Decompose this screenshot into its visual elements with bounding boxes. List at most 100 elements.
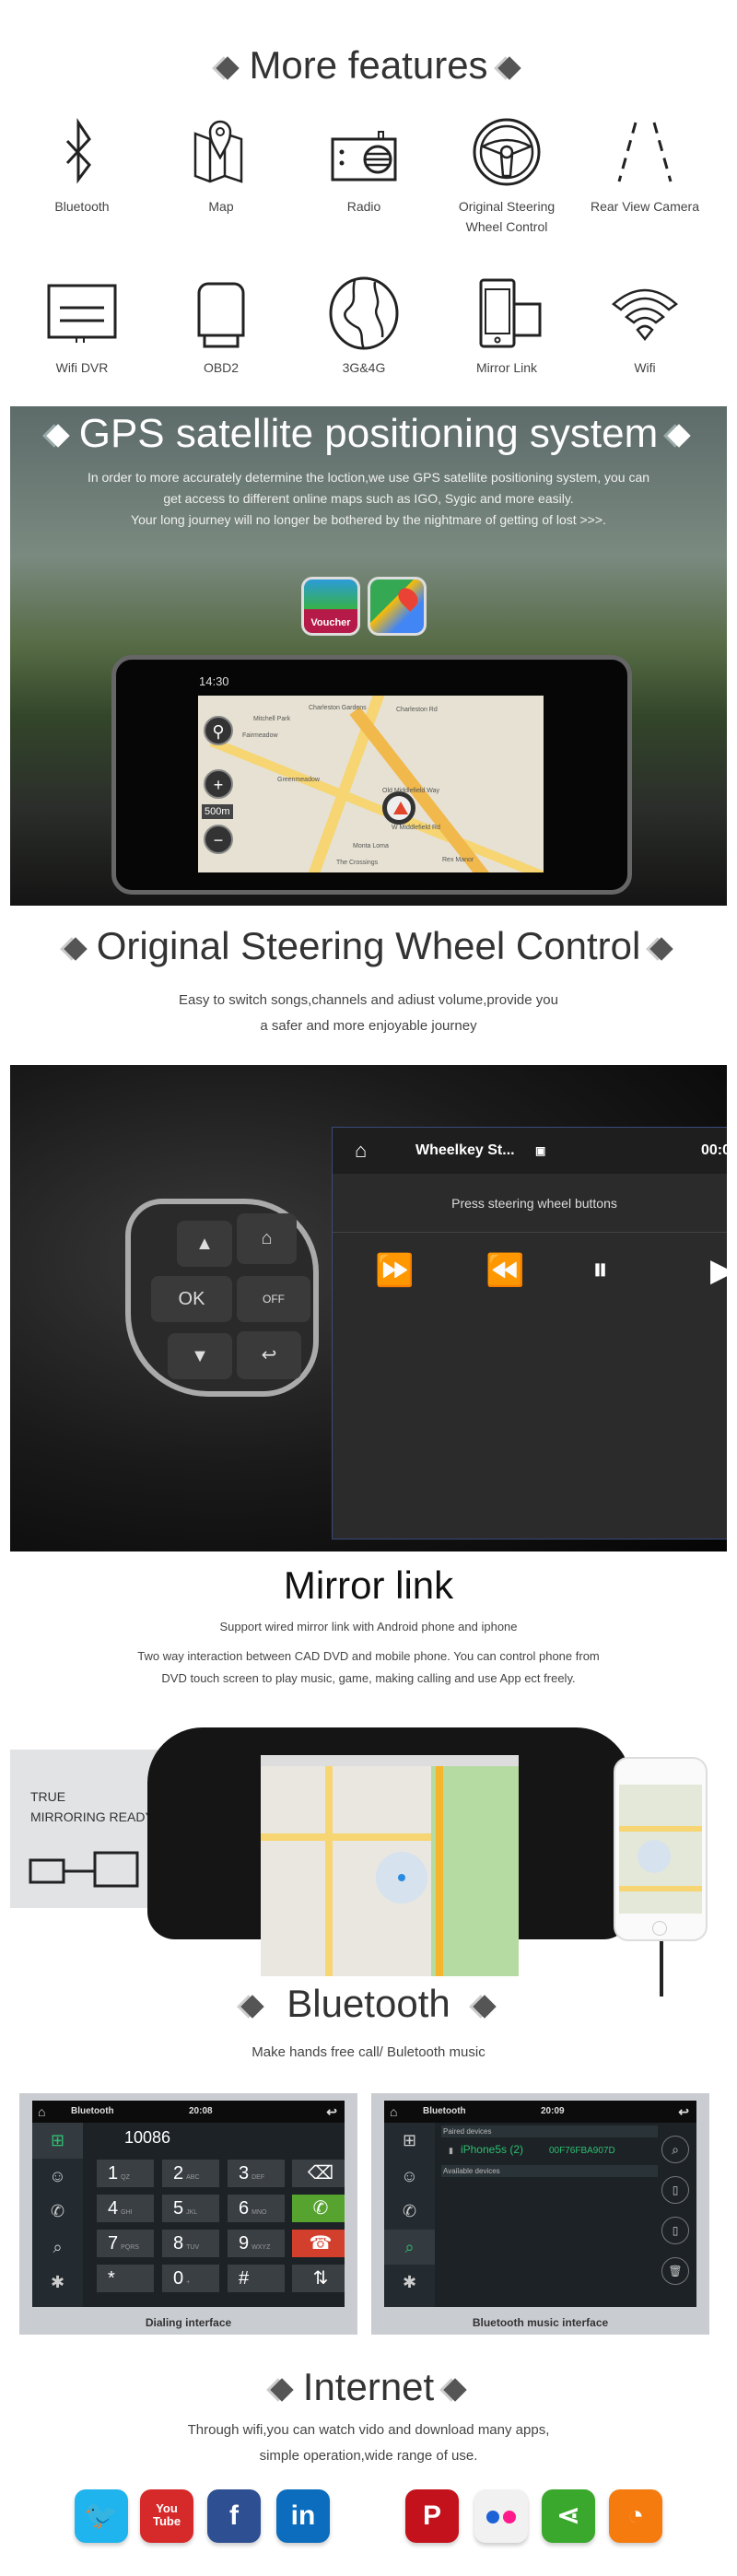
dial-key[interactable]: 6 MNO <box>228 2195 285 2222</box>
internet-title: Internet <box>0 2364 737 2410</box>
dial-key[interactable]: 1 QZ <box>97 2160 154 2187</box>
delete-icon[interactable]: 🗑 <box>661 2257 689 2285</box>
dial-key[interactable]: 2 ABC <box>162 2160 219 2187</box>
dial-key[interactable]: 5 JKL <box>162 2195 219 2222</box>
dial-key[interactable]: 8 TUV <box>162 2230 219 2257</box>
sygic-app-icon[interactable]: Voucher <box>301 577 360 636</box>
down-button[interactable]: ▼ <box>168 1333 232 1379</box>
back-icon[interactable]: ↩ <box>678 2101 689 2123</box>
obd2-icon <box>197 282 245 348</box>
status-bar: ⌂ Bluetooth 20:08 ↩ <box>32 2101 345 2123</box>
location-pin-button[interactable]: ⚲ <box>204 716 233 745</box>
dialing-screen: ⌂ Bluetooth 20:08 ↩ ⊞ ☺ ✆ ⌕ ✱ 10086 1 QZ 2… <box>19 2093 357 2335</box>
feature-wifi-dvr: Wifi DVR <box>22 276 142 378</box>
zoom-out-button[interactable]: − <box>204 825 233 854</box>
back-icon[interactable]: ↩ <box>326 2101 337 2123</box>
gps-description: In order to more accurately determine th… <box>87 470 650 527</box>
google-maps-icon[interactable] <box>368 577 427 636</box>
backspace-button[interactable]: ⌫ <box>292 2160 345 2187</box>
app-header: ⌂ Wheelkey St... ▣ 00:0 <box>333 1128 727 1174</box>
mirrored-map-screen[interactable] <box>261 1755 519 1976</box>
hangup-button[interactable]: ☎ <box>292 2230 345 2257</box>
youtube-icon[interactable]: You Tube <box>140 2489 193 2543</box>
home-icon[interactable]: ⌂ <box>390 2101 397 2123</box>
search-icon[interactable]: ⌕ <box>32 2230 83 2266</box>
radio-icon <box>331 131 397 181</box>
home-button[interactable]: ⌂ <box>237 1213 297 1264</box>
bt-sidebar: ⊞ ☺ ✆ ⌕ ✱ <box>384 2123 435 2307</box>
bluetooth-title: Bluetooth <box>0 1981 737 2027</box>
gps-section: GPS satellite positioning system In orde… <box>10 406 727 906</box>
dialed-number[interactable]: 10086 <box>124 2128 170 2148</box>
rewind-icon[interactable]: ⏪ <box>485 1252 524 1289</box>
wifi-icon <box>612 288 678 342</box>
ok-button[interactable]: OK <box>151 1276 232 1322</box>
home-icon[interactable]: ⌂ <box>355 1128 367 1174</box>
zoom-in-button[interactable]: + <box>204 769 233 799</box>
status-bar: ⌂ Bluetooth 20:09 ↩ <box>384 2101 696 2123</box>
call-button[interactable]: ✆ <box>292 2195 345 2222</box>
link-icon <box>29 1851 139 1888</box>
feature-map: Map <box>161 115 281 217</box>
call-log-icon[interactable]: ✆ <box>32 2194 83 2230</box>
dial-key[interactable]: 3 DEF <box>228 2160 285 2187</box>
diamond-icon <box>270 2378 294 2402</box>
facebook-icon[interactable]: f <box>207 2489 261 2543</box>
keypad-icon[interactable]: ⊞ <box>32 2123 83 2159</box>
twitter-icon[interactable]: 🐦 <box>75 2489 128 2543</box>
feature-mirror-link: Mirror Link <box>447 276 567 378</box>
steering-title: Original Steering Wheel Control <box>0 923 737 969</box>
back-button[interactable]: ↩ <box>237 1331 301 1379</box>
wheelkey-app: ⌂ Wheelkey St... ▣ 00:0 Press steering w… <box>332 1127 727 1540</box>
dial-key[interactable]: 4 GHI <box>97 2195 154 2222</box>
dial-key[interactable]: 9 WXYZ <box>228 2230 285 2257</box>
steering-section: ▲ ⌂ OK OFF ▼ ↩ ⌂ Wheelkey St... ▣ 00:0 P… <box>10 1065 727 1551</box>
play-icon[interactable]: ▶ <box>710 1252 727 1289</box>
diamond-icon <box>46 424 70 449</box>
navigation-map[interactable]: ⚲ + 500m − Charleston Gardens Mitchell P… <box>198 696 544 872</box>
call-log-icon[interactable]: ✆ <box>384 2194 435 2230</box>
bluetooth-settings-icon[interactable]: ✱ <box>32 2265 83 2301</box>
diamond-icon <box>216 56 240 80</box>
feature-wifi: Wifi <box>585 276 705 378</box>
contacts-icon[interactable]: ☺ <box>384 2159 435 2195</box>
gps-title: GPS satellite positioning system <box>10 406 727 462</box>
paired-device-row[interactable]: ▮ iPhone5s (2) 00F76FBA907D <box>441 2139 658 2160</box>
search-icon[interactable]: ⌕ <box>384 2229 435 2265</box>
bluetooth-icon <box>65 118 91 184</box>
diamond-icon <box>473 1995 497 2019</box>
home-icon[interactable]: ⌂ <box>38 2101 45 2123</box>
steering-button-pad: ▲ ⌂ OK OFF ▼ ↩ <box>125 1199 319 1397</box>
dial-key[interactable]: 7 PQRS <box>97 2230 154 2257</box>
fast-forward-icon[interactable]: ⏩ <box>375 1252 414 1289</box>
keypad-icon[interactable]: ⊞ <box>384 2123 435 2159</box>
voice-off-button[interactable]: OFF <box>237 1276 310 1322</box>
linkedin-icon[interactable]: in <box>276 2489 330 2543</box>
bluetooth-settings-icon[interactable]: ✱ <box>384 2265 435 2301</box>
rear-camera-lines-icon <box>617 122 673 182</box>
pinterest-icon[interactable]: P <box>405 2489 459 2543</box>
dial-key[interactable]: 0 + <box>162 2265 219 2292</box>
diamond-icon <box>240 1995 264 2019</box>
dial-key[interactable]: # <box>228 2265 285 2292</box>
mirror-title: Mirror link <box>283 1563 454 1607</box>
feature-radio: Radio <box>304 115 424 217</box>
up-button[interactable]: ▲ <box>177 1221 232 1267</box>
image-icon: ▣ <box>535 1144 546 1157</box>
contacts-icon[interactable]: ☺ <box>32 2159 83 2195</box>
globe-icon <box>329 276 399 350</box>
bt-sidebar: ⊞ ☺ ✆ ⌕ ✱ <box>32 2123 83 2307</box>
diamond-icon <box>497 56 521 80</box>
steering-description: Easy to switch songs,channels and adiust… <box>179 992 558 1034</box>
connect-device-icon[interactable]: ▯ <box>661 2176 689 2204</box>
scan-icon[interactable]: ⌕ <box>661 2136 689 2163</box>
rss-icon[interactable]: ◔ <box>609 2489 662 2543</box>
flickr-icon[interactable] <box>474 2489 528 2543</box>
diamond-icon <box>63 937 88 961</box>
share-icon[interactable]: ⋖ <box>542 2489 595 2543</box>
dial-key[interactable]: * <box>97 2265 154 2292</box>
pause-icon[interactable]: ⏸ <box>592 1252 608 1288</box>
feature-steering: Original Steering Wheel Control <box>447 115 567 237</box>
disconnect-device-icon[interactable]: ▯ <box>661 2217 689 2244</box>
transfer-button[interactable]: ⇅ <box>292 2265 345 2292</box>
